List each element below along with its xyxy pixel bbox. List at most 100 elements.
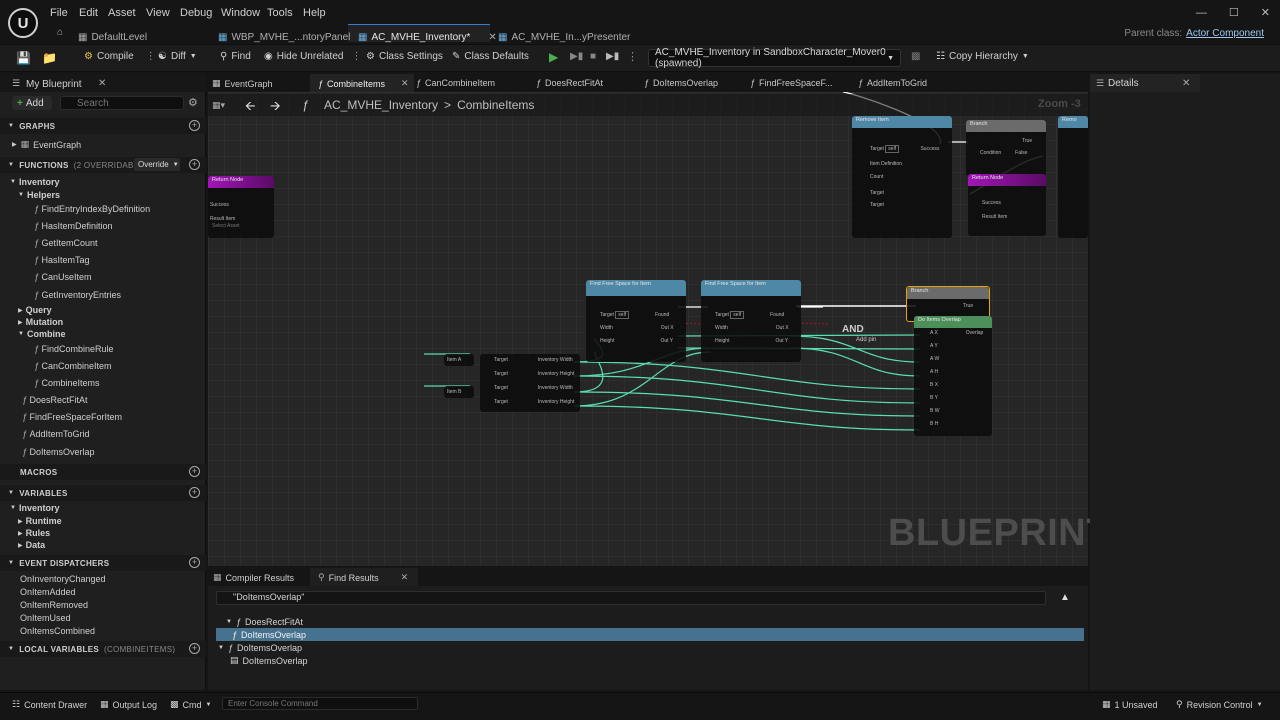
copy-hierarchy-button[interactable]: ☷ Copy Hierarchy ▼ xyxy=(936,51,1029,62)
section-variables[interactable]: ▼ VARIABLES xyxy=(0,485,206,501)
function-item[interactable]: ƒ GetItemCount xyxy=(34,238,98,248)
unsaved-button[interactable]: ▦ 1 Unsaved xyxy=(1102,699,1158,710)
return-node-right[interactable]: Return Node Success Result Item xyxy=(968,174,1046,236)
category-inventory-vars[interactable]: ▼ Inventory xyxy=(10,503,59,513)
category-mutation[interactable]: ▶ Mutation xyxy=(18,317,63,327)
hide-unrelated-button[interactable]: ◉ Hide Unrelated ⋮ xyxy=(264,51,361,62)
find-free-space-node-b[interactable]: Find Free Space for Item Target self Foun… xyxy=(701,280,801,362)
find-result-row[interactable]: ▼ ƒ DoItemsOverlap xyxy=(216,641,1084,654)
find-result-row[interactable]: ▤ DoItemsOverlap xyxy=(216,654,1084,667)
maximize-icon[interactable]: ☐ xyxy=(1229,6,1239,19)
function-item[interactable]: ƒ FindFreeSpaceForItem xyxy=(22,412,122,422)
function-item[interactable]: ƒ DoesRectFitAt xyxy=(22,395,88,405)
content-drawer-button[interactable]: ☷ Content Drawer xyxy=(12,699,87,710)
add-function-icon[interactable]: + xyxy=(189,159,200,170)
category-runtime[interactable]: ▶ Runtime xyxy=(18,516,62,526)
return-node-left[interactable]: Return Node Success Result Item Select A… xyxy=(208,176,274,238)
menu-help[interactable]: Help xyxy=(303,7,326,19)
add-macro-icon[interactable]: + xyxy=(189,466,200,477)
find-button[interactable]: ⚲ Find xyxy=(220,51,251,62)
function-item[interactable]: ƒ CombineItems xyxy=(34,378,100,388)
item-b-getter[interactable]: Item B xyxy=(444,386,474,398)
find-result-row[interactable]: ▼ ƒ DoesRectFitAt xyxy=(216,615,1084,628)
more-options-icon[interactable]: ⋮ xyxy=(627,50,638,63)
cmd-dropdown[interactable]: ▩ Cmd ▼ xyxy=(170,699,211,710)
close-tab-icon[interactable]: ✕ xyxy=(401,78,409,89)
dispatcher-item[interactable]: OnInventoryChanged xyxy=(20,574,106,584)
menu-tools[interactable]: Tools xyxy=(267,7,293,19)
inventory-size-getters[interactable]: Target Inventory Width Target Inventory He… xyxy=(480,354,580,412)
category-inventory[interactable]: ▼ Inventory xyxy=(10,177,59,187)
find-in-all-blueprints-icon[interactable]: ▲ xyxy=(1060,592,1070,603)
settings-gear-icon[interactable]: ⚙ xyxy=(188,96,198,109)
override-dropdown[interactable]: Override ▼ xyxy=(134,158,180,171)
and-node-label[interactable]: AND xyxy=(842,324,864,335)
add-variable-icon[interactable]: + xyxy=(189,487,200,498)
class-settings-button[interactable]: ⚙ Class Settings xyxy=(366,51,443,62)
output-log-button[interactable]: ▦ Output Log xyxy=(100,699,157,710)
search-input[interactable] xyxy=(60,96,184,110)
step-icon[interactable]: ▶▮ xyxy=(570,51,583,62)
remove-item-node-partial[interactable]: Remo xyxy=(1058,116,1088,238)
add-button[interactable]: + Add xyxy=(12,96,52,110)
add-pin-button[interactable]: Add pin xyxy=(856,337,876,343)
dispatcher-item[interactable]: OnItemUsed xyxy=(20,613,71,623)
menu-file[interactable]: File xyxy=(50,7,68,19)
dispatcher-item[interactable]: OnItemsCombined xyxy=(20,626,95,636)
menu-edit[interactable]: Edit xyxy=(79,7,98,19)
function-item[interactable]: ƒ CanUseItem xyxy=(34,272,92,282)
back-arrow-icon[interactable]: 🡨 xyxy=(245,97,256,119)
diff-button[interactable]: ☯ Diff ▼ xyxy=(158,51,197,62)
graph-item-eventgraph[interactable]: ▶ ▦ EventGraph xyxy=(12,139,81,150)
function-item[interactable]: ƒ CanCombineItem xyxy=(34,361,112,371)
branch-node-top[interactable]: Branch True Condition False xyxy=(966,120,1046,176)
category-query[interactable]: ▶ Query xyxy=(18,305,52,315)
tab-find-results[interactable]: ⚲ Find Results ✕ xyxy=(318,572,408,583)
menu-asset[interactable]: Asset xyxy=(108,7,136,19)
graph-tab-cancombineitem[interactable]: ƒ CanCombineItem xyxy=(416,78,495,88)
section-graphs[interactable]: ▼ GRAPHS xyxy=(0,118,206,134)
menu-debug[interactable]: Debug xyxy=(180,7,212,19)
function-item[interactable]: ƒ HasItemTag xyxy=(34,255,90,265)
close-tab-icon[interactable]: ✕ xyxy=(488,32,496,43)
find-results-input[interactable]: "DoItemsOverlap" xyxy=(216,591,1046,605)
tab-compiler-results[interactable]: ▦ Compiler Results xyxy=(213,572,294,583)
add-local-variable-icon[interactable]: + xyxy=(189,643,200,654)
close-panel-icon[interactable]: ✕ xyxy=(98,78,106,89)
simulate-icon[interactable]: ▶▮ xyxy=(606,51,619,62)
graph-menu-icon[interactable]: ▦▾ xyxy=(212,100,225,111)
close-panel-icon[interactable]: ✕ xyxy=(1182,78,1190,89)
add-graph-icon[interactable]: + xyxy=(189,120,200,131)
browse-icon[interactable]: 📁 xyxy=(42,51,57,65)
category-rules[interactable]: ▶ Rules xyxy=(18,528,50,538)
stop-icon[interactable]: ■ xyxy=(590,51,596,62)
debug-filter-icon[interactable]: ▩ xyxy=(911,51,920,62)
graph-tab-doitemsoverlap[interactable]: ƒ DoItemsOverlap xyxy=(644,78,718,88)
save-icon[interactable]: 💾 xyxy=(16,51,31,65)
menu-view[interactable]: View xyxy=(146,7,170,19)
console-command-input[interactable] xyxy=(222,697,418,710)
close-tab-icon[interactable]: ✕ xyxy=(401,572,409,583)
breadcrumb-root[interactable]: AC_MVHE_Inventory xyxy=(324,98,438,112)
section-event-dispatchers[interactable]: ▼ EVENT DISPATCHERS xyxy=(0,555,206,571)
class-defaults-button[interactable]: ✎ Class Defaults xyxy=(452,51,529,62)
section-local-variables[interactable]: ▼ LOCAL VARIABLES (COMBINEITEMS) xyxy=(0,641,206,657)
function-item[interactable]: ƒ FindCombineRule xyxy=(34,344,114,354)
graph-canvas[interactable]: Return Node Success Result Item Select A… xyxy=(208,92,1088,566)
dispatcher-item[interactable]: OnItemAdded xyxy=(20,587,76,597)
item-a-getter[interactable]: Item A xyxy=(444,354,474,366)
compile-button[interactable]: ⚙ Compile ⋮ xyxy=(84,51,156,62)
more-options-icon[interactable]: ⋮ xyxy=(146,51,156,62)
graph-tab-findfreespace[interactable]: ƒ FindFreeSpaceF... xyxy=(750,78,833,88)
menu-window[interactable]: Window xyxy=(221,7,260,19)
graph-tab-doesrectfitat[interactable]: ƒ DoesRectFitAt xyxy=(536,78,603,88)
function-item[interactable]: ƒ HasItemDefinition xyxy=(34,221,113,231)
remove-item-node[interactable]: Remove Item Target self Success Item Def… xyxy=(852,116,952,238)
more-options-icon[interactable]: ⋮ xyxy=(351,51,361,62)
graph-tab-eventgraph[interactable]: ▦ EventGraph xyxy=(212,78,273,89)
play-icon[interactable]: ▶ xyxy=(549,50,558,64)
dispatcher-item[interactable]: OnItemRemoved xyxy=(20,600,88,610)
function-item[interactable]: ƒ DoItemsOverlap xyxy=(22,447,95,457)
find-free-space-node-a[interactable]: Find Free Space for Item Target self Foun… xyxy=(586,280,686,362)
section-macros[interactable]: MACROS xyxy=(0,464,206,480)
